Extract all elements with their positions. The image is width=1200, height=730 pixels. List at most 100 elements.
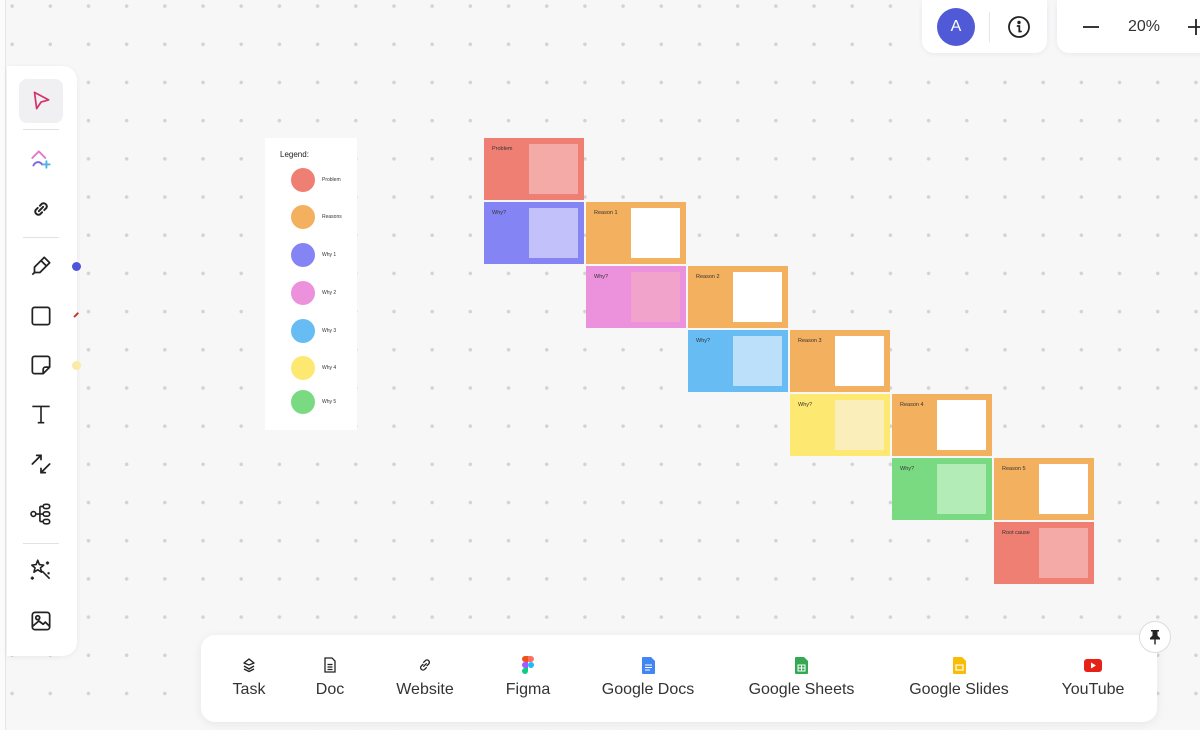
sticky-card[interactable]: Why? xyxy=(790,394,890,456)
zoom-in-button[interactable] xyxy=(1186,17,1200,37)
sticky-card[interactable]: Reason 5 xyxy=(994,458,1094,520)
ai-magic-tool-button[interactable] xyxy=(19,548,63,592)
legend-item: Reasons xyxy=(291,205,342,229)
sticky-card[interactable]: Reason 2 xyxy=(688,266,788,328)
card-note-area[interactable] xyxy=(733,336,782,386)
collaborators-panel: A xyxy=(922,0,1047,53)
embed-youtube-button[interactable]: YouTube xyxy=(1058,635,1128,722)
card-note-area[interactable] xyxy=(529,208,578,258)
link-tool-button[interactable] xyxy=(19,187,63,231)
sticky-card[interactable]: Why? xyxy=(688,330,788,392)
legend-swatch xyxy=(291,243,315,267)
card-label: Why? xyxy=(696,338,711,344)
clickup-ai-tool-button[interactable] xyxy=(19,137,63,181)
connector-arrows-icon xyxy=(31,454,51,474)
pen-tool-button[interactable] xyxy=(19,244,63,288)
card-label: Why? xyxy=(798,402,813,408)
legend-label: Reasons xyxy=(322,214,342,220)
embed-label: Google Sheets xyxy=(748,681,855,698)
info-button[interactable] xyxy=(1006,14,1032,40)
zoom-controls: 20% xyxy=(1057,0,1200,53)
image-tool-button[interactable] xyxy=(19,599,63,643)
legend-label: Why 2 xyxy=(322,290,337,296)
zoom-out-button[interactable] xyxy=(1081,17,1101,37)
text-tool-button[interactable] xyxy=(19,392,63,436)
card-note-area[interactable] xyxy=(937,400,986,450)
sticky-card[interactable]: Why? xyxy=(586,266,686,328)
legend-item: Why 2 xyxy=(291,281,336,305)
legend-card[interactable]: Legend: Problem Reasons Why 1 Why 2 Why 3 Why… xyxy=(265,138,357,430)
connector-tool-button[interactable] xyxy=(19,442,63,486)
pin-toolbar-button[interactable] xyxy=(1139,621,1171,653)
shape-color-indicator[interactable] xyxy=(73,312,79,318)
sticky-note-tool-button[interactable] xyxy=(19,343,63,387)
sticky-card[interactable]: Reason 1 xyxy=(586,202,686,264)
card-note-area[interactable] xyxy=(631,208,680,258)
mind-map-tool-button[interactable] xyxy=(19,492,63,536)
user-avatar[interactable]: A xyxy=(937,7,975,46)
embed-doc-button[interactable]: Doc xyxy=(313,635,347,722)
embed-task-button[interactable]: Task xyxy=(231,635,267,722)
zoom-level: 20% xyxy=(1128,17,1161,35)
figma-icon xyxy=(522,656,534,674)
embed-google-sheets-button[interactable]: Google Sheets xyxy=(744,635,859,722)
image-icon xyxy=(31,611,51,631)
legend-item: Why 1 xyxy=(291,243,336,267)
toolbar-divider xyxy=(23,129,59,130)
card-label: Problem xyxy=(492,146,513,152)
shape-tool-button[interactable] xyxy=(19,294,63,338)
select-tool-button[interactable] xyxy=(19,79,63,123)
cursor-arrow-icon xyxy=(33,91,50,110)
legend-label: Why 4 xyxy=(322,365,337,371)
embed-label: Figma xyxy=(505,681,551,698)
embed-label: YouTube xyxy=(1061,681,1125,698)
card-note-area[interactable] xyxy=(1039,464,1088,514)
sticky-card[interactable]: Root cause xyxy=(994,522,1094,584)
pin-icon xyxy=(1150,630,1160,645)
embed-figma-button[interactable]: Figma xyxy=(503,635,553,722)
mind-map-icon xyxy=(30,503,51,525)
sticky-card[interactable]: Problem xyxy=(484,138,584,200)
google-slides-icon xyxy=(952,656,966,674)
card-label: Why? xyxy=(900,466,915,472)
sticky-card[interactable]: Reason 3 xyxy=(790,330,890,392)
legend-label: Why 1 xyxy=(322,252,337,258)
embed-google-slides-button[interactable]: Google Slides xyxy=(904,635,1014,722)
card-note-area[interactable] xyxy=(835,400,884,450)
card-note-area[interactable] xyxy=(937,464,986,514)
legend-item: Problem xyxy=(291,168,341,192)
link-icon xyxy=(34,202,48,216)
legend-swatch xyxy=(291,390,315,414)
google-docs-icon xyxy=(641,656,655,674)
embed-toolbar: Task Doc Website Figma Google Docs Googl… xyxy=(201,635,1157,722)
legend-item: Why 3 xyxy=(291,319,336,343)
embed-label: Google Docs xyxy=(601,681,695,698)
toolbar-divider xyxy=(23,237,59,238)
sticky-card[interactable]: Why? xyxy=(484,202,584,264)
card-label: Reason 5 xyxy=(1002,466,1026,472)
toolbar-divider xyxy=(23,543,59,544)
sticky-color-indicator[interactable] xyxy=(72,361,81,370)
embed-website-button[interactable]: Website xyxy=(392,635,458,722)
card-note-area[interactable] xyxy=(733,272,782,322)
youtube-icon xyxy=(1084,658,1102,672)
sticky-card[interactable]: Reason 4 xyxy=(892,394,992,456)
left-toolbar xyxy=(7,66,81,656)
embed-google-docs-button[interactable]: Google Docs xyxy=(598,635,698,722)
embed-label: Google Slides xyxy=(909,681,1009,698)
left-edge-panel xyxy=(0,0,6,730)
card-note-area[interactable] xyxy=(631,272,680,322)
task-layers-icon xyxy=(243,658,255,673)
pen-color-indicator[interactable] xyxy=(72,262,81,271)
legend-item: Why 5 xyxy=(291,390,336,414)
card-note-area[interactable] xyxy=(835,336,884,386)
doc-icon xyxy=(324,657,336,673)
divider xyxy=(989,11,990,42)
legend-label: Problem xyxy=(322,177,341,183)
card-note-area[interactable] xyxy=(1039,528,1088,578)
legend-title: Legend: xyxy=(280,150,309,159)
card-label: Reason 4 xyxy=(900,402,924,408)
card-label: Reason 1 xyxy=(594,210,618,216)
sticky-card[interactable]: Why? xyxy=(892,458,992,520)
card-note-area[interactable] xyxy=(529,144,578,194)
